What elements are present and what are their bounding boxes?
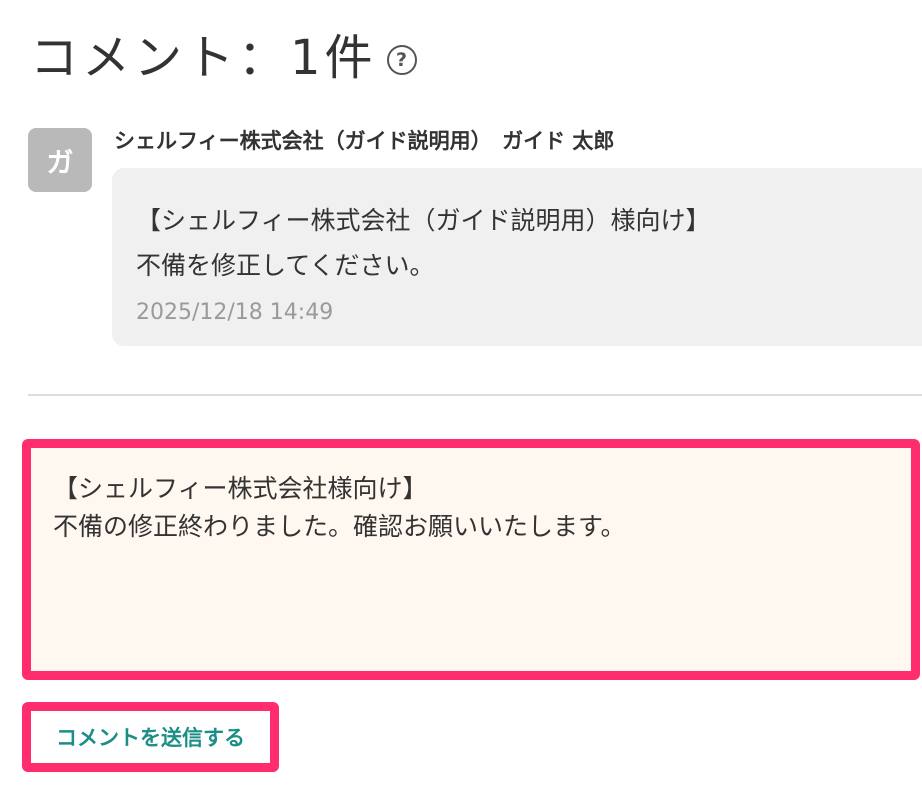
comments-title: コメント：1件 — [30, 30, 377, 86]
avatar-initial: ガ — [46, 147, 74, 179]
comment-line-1: 【シェルフィー株式会社（ガイド説明用）様向け】 — [136, 206, 711, 235]
comment-timestamp: 2025/12/18 14:49 — [136, 300, 334, 325]
submit-highlight: コメントを送信する — [22, 702, 279, 772]
comment-author: シェルフィー株式会社（ガイド説明用） ガイド 太郎 — [114, 129, 615, 153]
comment-panel: コメント：1件 ? ガ シェルフィー株式会社（ガイド説明用） ガイド 太郎 【シ… — [0, 0, 922, 792]
comments-header: コメント：1件 ? — [30, 22, 417, 94]
comment-bubble: 【シェルフィー株式会社（ガイド説明用）様向け】 不備を修正してください。 202… — [112, 168, 922, 346]
comment-input[interactable]: 【シェルフィー株式会社様向け】 不備の修正終わりました。確認お願いいたします。 — [31, 448, 911, 671]
avatar: ガ — [28, 128, 92, 192]
question-circle-icon[interactable]: ? — [386, 45, 417, 75]
comment-input-highlight: 【シェルフィー株式会社様向け】 不備の修正終わりました。確認お願いいたします。 — [22, 439, 920, 680]
comment-input-line-1: 【シェルフィー株式会社様向け】 — [53, 474, 428, 503]
send-comment-button[interactable]: コメントを送信する — [56, 722, 245, 752]
divider — [28, 394, 922, 396]
comment-input-line-2: 不備の修正終わりました。確認お願いいたします。 — [53, 512, 626, 541]
comment-line-2: 不備を修正してください。 — [136, 251, 435, 280]
